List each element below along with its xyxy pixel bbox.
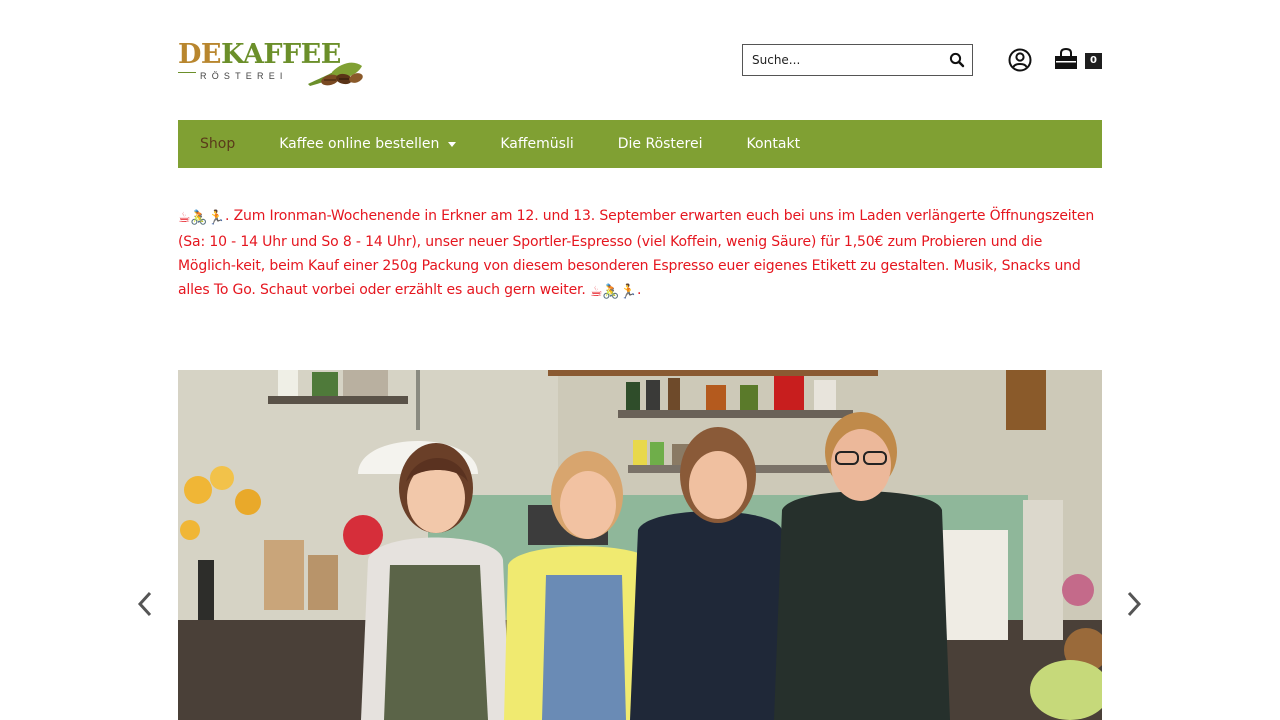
coffee-bike-run-emoji: ☕🚴🏃 xyxy=(178,210,225,226)
chevron-left-icon[interactable] xyxy=(135,590,155,618)
coffee-bike-run-emoji: ☕🚴🏃 xyxy=(590,284,637,300)
coffee-beans-icon xyxy=(308,62,363,86)
nav-item-kaffee-online-bestellen[interactable]: Kaffee online bestellen xyxy=(257,120,478,168)
logo-rule-left xyxy=(178,72,196,73)
nav-item-kaffemuesli[interactable]: Kaffemüsli xyxy=(478,120,595,168)
cart-button[interactable]: 0 xyxy=(1054,47,1104,72)
nav-item-shop[interactable]: Shop xyxy=(178,120,257,168)
nav-item-label: Die Rösterei xyxy=(617,136,703,152)
logo-subtitle: RÖSTEREI xyxy=(200,71,288,81)
user-icon[interactable] xyxy=(1008,48,1032,72)
chevron-right-icon[interactable] xyxy=(1124,590,1144,618)
nav-item-die-roesterei[interactable]: Die Rösterei xyxy=(596,120,725,168)
nav-item-label: Kaffemüsli xyxy=(500,136,574,152)
team-photo xyxy=(178,370,1102,720)
nav-item-label: Shop xyxy=(200,136,236,152)
announcement-banner: ☕🚴🏃. Zum Ironman-Wochenende in Erkner am… xyxy=(178,204,1102,304)
cart-count-badge: 0 xyxy=(1085,53,1102,69)
brand-logo[interactable]: DEKAFFEE RÖSTEREI xyxy=(178,40,368,86)
nav-item-label: Kontakt xyxy=(746,136,801,152)
nav-item-label: Kaffee online bestellen xyxy=(279,136,440,152)
announcement-trail-dot: . xyxy=(636,282,642,298)
search-icon[interactable] xyxy=(948,51,966,69)
caret-down-icon xyxy=(448,141,457,147)
search-box xyxy=(742,44,973,76)
hero-slider[interactable] xyxy=(178,370,1102,720)
shopping-bag-icon xyxy=(1054,47,1078,70)
logo-de: DE xyxy=(178,39,222,70)
search-input[interactable] xyxy=(743,45,933,75)
announcement-text: ☕🚴🏃. Zum Ironman-Wochenende in Erkner am… xyxy=(178,204,1102,304)
main-navigation: Shop Kaffee online bestellen Kaffemüsli … xyxy=(178,120,1102,168)
nav-item-kontakt[interactable]: Kontakt xyxy=(724,120,822,168)
